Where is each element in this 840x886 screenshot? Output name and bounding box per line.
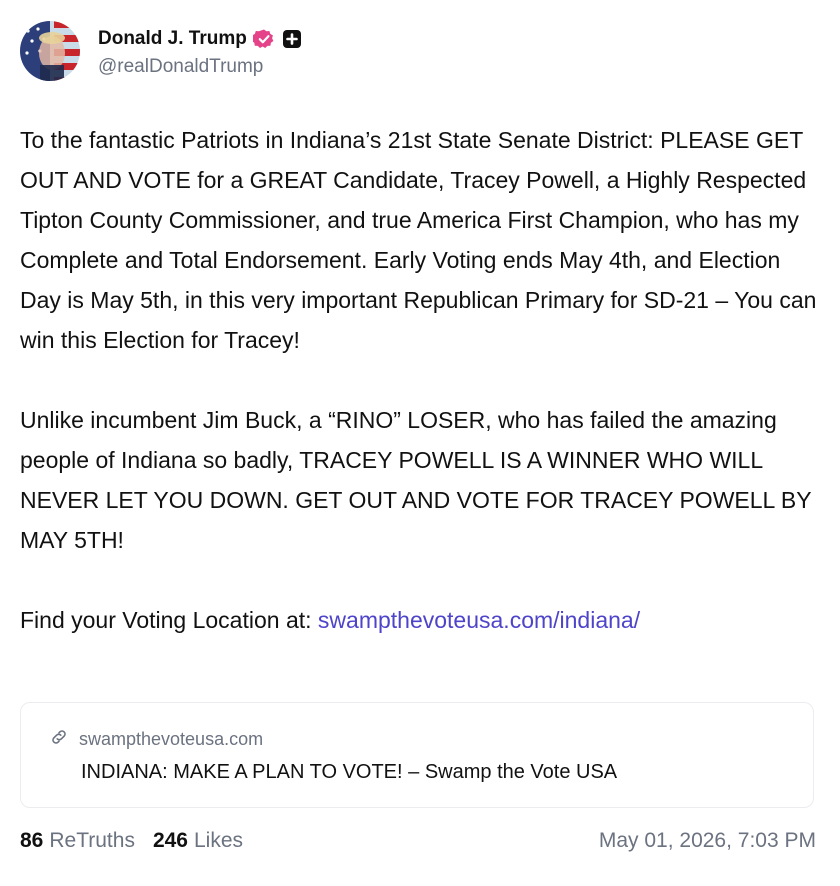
post-paragraph-voting-location: Find your Voting Location at: swampthevo… xyxy=(20,600,820,640)
link-preview-card[interactable]: swampthevoteusa.com INDIANA: MAKE A PLAN… xyxy=(20,702,814,808)
retruths-label: ReTruths xyxy=(49,829,135,852)
link-card-domain: swampthevoteusa.com xyxy=(79,729,264,749)
post-paragraph: To the fantastic Patriots in Indiana’s 2… xyxy=(20,127,817,353)
link-card-title: INDIANA: MAKE A PLAN TO VOTE! – Swamp th… xyxy=(81,761,618,783)
likes-label: Likes xyxy=(194,829,244,852)
voting-location-link[interactable]: swampthevoteusa.com/indiana/ xyxy=(318,607,640,633)
post-footer: 86 ReTruths 246 Likes May 01, 2026, 7:03… xyxy=(20,826,816,856)
verified-badge-icon xyxy=(252,28,275,50)
likes-count: 246 xyxy=(152,829,188,852)
retruths-count: 86 xyxy=(20,829,44,852)
post-timestamp[interactable]: May 01, 2026, 7:03 PM xyxy=(599,829,816,853)
plus-square-icon xyxy=(281,28,303,50)
author-display-name[interactable]: Donald J. Trump xyxy=(98,28,247,50)
link-icon xyxy=(49,727,69,752)
flag-portrait-avatar-icon xyxy=(20,21,80,81)
post-header: Donald J. Trump @realDonaldTrump xyxy=(20,20,303,82)
post-body: To the fantastic Patriots in Indiana’s 2… xyxy=(20,120,820,640)
avatar[interactable] xyxy=(20,21,80,81)
retruths-stat[interactable]: 86 ReTruths xyxy=(20,829,135,853)
voting-location-text: Find your Voting Location at: xyxy=(20,607,318,633)
post-paragraph: Unlike incumbent Jim Buck, a “RINO” LOSE… xyxy=(20,407,812,553)
author-handle[interactable]: @realDonaldTrump xyxy=(98,56,303,78)
likes-stat[interactable]: 246 Likes xyxy=(153,829,243,853)
